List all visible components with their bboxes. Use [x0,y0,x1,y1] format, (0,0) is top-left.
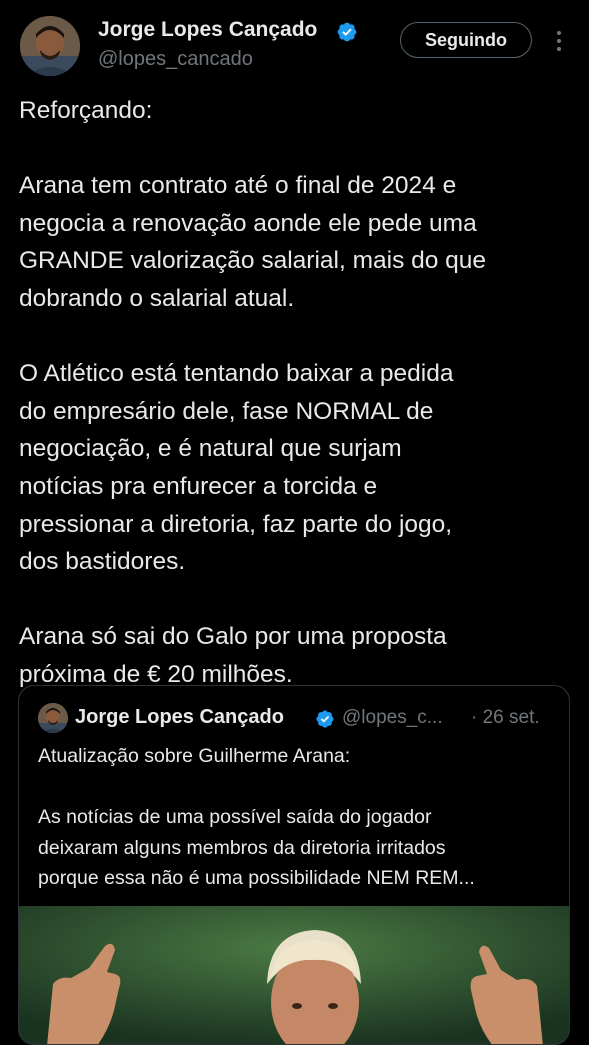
tweet-line: Arana tem contrato até o final de 2024 e [19,172,457,200]
quoted-tweet-text: Atualização sobre Guilherme Arana: As no… [38,741,558,894]
tweet-line: Reforçando: [19,97,153,124]
quoted-author-handle: @lopes_c... [342,707,443,728]
more-options-icon[interactable] [550,28,568,54]
quoted-tweet-date[interactable]: · 26 set. [471,707,540,729]
quoted-line: deixaram alguns membros da diretoria irr… [38,836,446,859]
quoted-author-name: Jorge Lopes Cançado [75,706,284,728]
verified-badge-icon [316,710,334,728]
author-handle[interactable]: @lopes_cancado [98,48,253,71]
quoted-tweet-photo[interactable] [19,906,569,1044]
tweet-line: GRANDE valorização salarial, mais do que [19,247,487,275]
quoted-tweet[interactable]: Jorge Lopes Cançado @lopes_c... · 26 set… [18,685,570,1045]
following-button[interactable]: Seguindo [400,22,532,58]
author-name[interactable]: Jorge Lopes Cançado [98,18,317,42]
tweet-line: negociação, e é natural que surjam [19,435,402,463]
quoted-line: Atualização sobre Guilherme Arana: [38,745,351,767]
tweet-line: do empresário dele, fase NORMAL de [19,397,434,425]
tweet-header: Jorge Lopes Cançado @lopes_cancado Segui… [0,0,589,90]
tweet-text: Reforçando: Arana tem contrato até o fin… [19,92,575,694]
tweet-line: dos bastidores. [19,548,186,576]
tweet-line: dobrando o salarial atual. [19,284,295,312]
quoted-line: As notícias de uma possível saída do jog… [38,806,432,828]
tweet-line: pressionar a diretoria, faz parte do jog… [19,510,453,538]
quoted-line: porque essa não é uma possibilidade NEM … [38,867,475,889]
tweet-line: notícias pra enfurecer a torcida e [19,472,378,500]
quoted-author-avatar [38,703,68,733]
tweet-line: O Atlético está tentando baixar a pedida [19,360,454,388]
author-avatar[interactable] [20,16,80,76]
tweet-line: negocia a renovação aonde ele pede uma [19,209,477,237]
verified-badge-icon [337,22,357,42]
tweet-line: Arana só sai do Galo por uma proposta [19,623,447,651]
